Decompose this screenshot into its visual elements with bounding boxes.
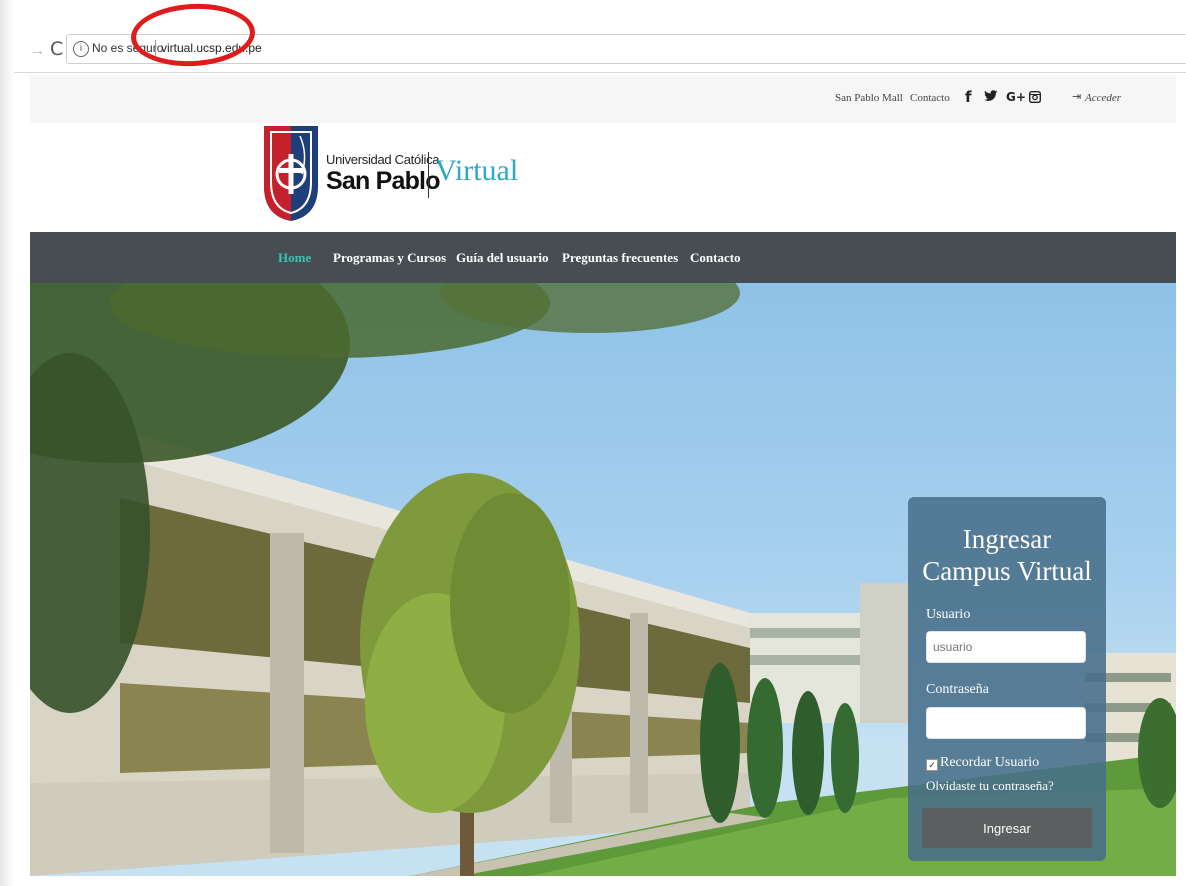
password-label: Contraseña: [926, 682, 989, 697]
login-submit-button[interactable]: Ingresar: [922, 808, 1092, 848]
topbar-link-acceder[interactable]: Acceder: [1085, 92, 1121, 104]
top-utility-bar: San Pablo Mall Contacto f G+ ⇥ Acceder: [30, 75, 1176, 123]
password-input[interactable]: [926, 707, 1086, 739]
logo-divider: [428, 152, 429, 198]
username-label: Usuario: [926, 607, 971, 622]
twitter-icon[interactable]: [984, 90, 998, 105]
remember-checkbox[interactable]: ✓: [926, 759, 938, 771]
logo-university-name: Universidad Católica: [326, 152, 440, 167]
forward-arrow-icon[interactable]: →: [30, 42, 45, 59]
main-nav: Home Programas y Cursos Guía del usuario…: [30, 232, 1176, 283]
topbar-link-san-pablo-mall[interactable]: San Pablo Mall: [835, 92, 903, 104]
nav-item-programas[interactable]: Programas y Cursos: [333, 250, 446, 266]
site-logo[interactable]: Universidad Católica San Pablo Virtual: [262, 124, 542, 226]
topbar-link-contacto[interactable]: Contacto: [910, 92, 950, 104]
info-icon[interactable]: i: [73, 41, 89, 57]
nav-item-contacto[interactable]: Contacto: [690, 250, 741, 266]
login-title: Ingresar Campus Virtual: [908, 523, 1106, 587]
nav-item-preguntas[interactable]: Preguntas frecuentes: [562, 250, 678, 266]
login-title-line2: Campus Virtual: [922, 556, 1092, 586]
instagram-icon[interactable]: [1028, 89, 1042, 107]
login-title-line1: Ingresar: [962, 524, 1052, 554]
logo-san-pablo: San Pablo: [326, 167, 440, 195]
nav-item-guia[interactable]: Guía del usuario: [456, 250, 548, 266]
google-plus-icon[interactable]: G+: [1006, 90, 1026, 104]
login-link-icon[interactable]: ⇥: [1072, 90, 1081, 103]
university-crest-icon: [264, 126, 318, 221]
nav-item-home[interactable]: Home: [278, 250, 311, 266]
reload-icon[interactable]: C: [50, 38, 63, 60]
instagram-glyph: [1028, 90, 1042, 104]
remember-label: Recordar Usuario: [940, 755, 1040, 770]
logo-virtual: Virtual: [435, 154, 519, 187]
page-frame: [0, 0, 14, 886]
login-panel: Ingresar Campus Virtual Usuario Contrase…: [908, 497, 1106, 861]
facebook-icon[interactable]: f: [965, 88, 972, 106]
username-input[interactable]: [926, 631, 1086, 663]
forgot-password-link[interactable]: Olvidaste tu contraseña?: [926, 778, 1054, 794]
twitter-bird-glyph: [984, 90, 998, 101]
